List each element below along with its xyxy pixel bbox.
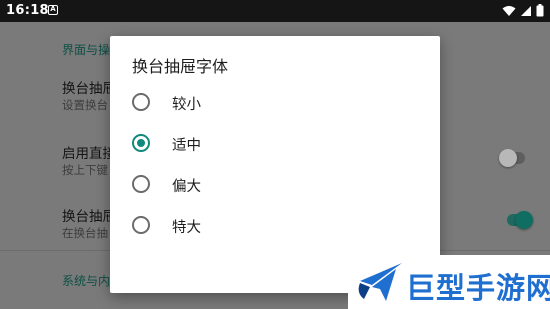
option-label: 偏大 [172, 179, 201, 195]
option-label: 特大 [172, 220, 201, 236]
watermark: 巨型手游网 [348, 255, 550, 309]
option-label: 适中 [172, 138, 201, 154]
radio-button[interactable] [132, 216, 150, 234]
status-bar: 16:18 A [0, 0, 550, 22]
pref-direct-switch-title[interactable]: 启用直接 [62, 142, 116, 162]
section-header-system: 系统与内 [62, 274, 111, 288]
pref-drawer-option-title[interactable]: 换台抽屉 [62, 205, 116, 225]
option-medium[interactable]: 适中 [110, 124, 440, 162]
watermark-text: 巨型手游网 [406, 271, 550, 305]
radio-button-checked[interactable] [132, 134, 150, 152]
pref-drawer-font-summary: 设置换台 [62, 98, 108, 112]
watermark-logo-icon [358, 263, 402, 301]
status-icons [502, 4, 544, 17]
radio-button[interactable] [132, 93, 150, 111]
dialog-title: 换台抽屉字体 [132, 57, 229, 76]
switch-thumb [499, 149, 517, 167]
battery-icon [536, 4, 544, 17]
signal-icon [521, 5, 531, 16]
wifi-icon [502, 5, 516, 16]
option-label: 较小 [172, 97, 201, 113]
option-small[interactable]: 较小 [110, 83, 440, 121]
pref-drawer-font-title[interactable]: 换台抽屉 [62, 77, 116, 97]
pref-drawer-option-summary: 在换台抽 [62, 226, 108, 240]
status-time: 16:18 [6, 3, 49, 18]
section-header-interface: 界面与操 [62, 43, 111, 57]
option-large[interactable]: 偏大 [110, 165, 440, 203]
notification-icon: A [48, 5, 58, 15]
radio-button[interactable] [132, 175, 150, 193]
switch-thumb [515, 211, 533, 229]
pref-direct-switch-summary: 按上下键 [62, 163, 108, 177]
option-extra-large[interactable]: 特大 [110, 206, 440, 244]
